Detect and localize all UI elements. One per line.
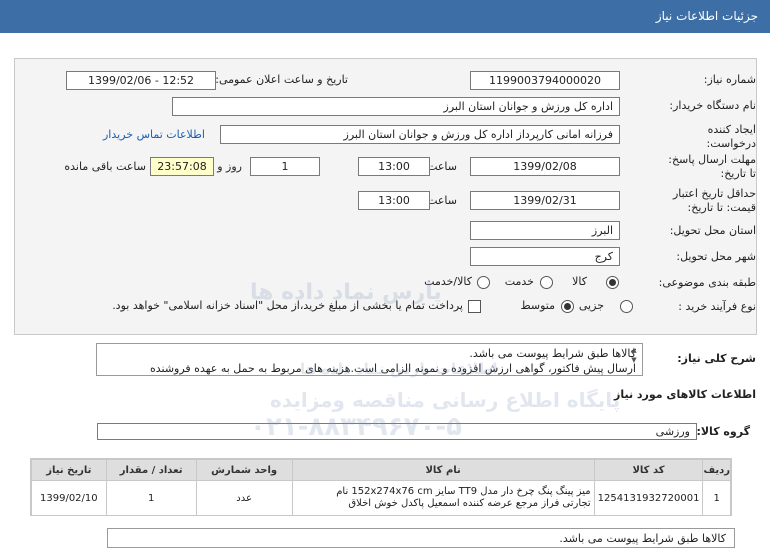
treasury-payment-checkbox[interactable] xyxy=(468,300,481,313)
need-number-field[interactable]: 1199003794000020 xyxy=(470,71,620,90)
scroll-up-icon[interactable]: ▲ xyxy=(627,345,641,355)
province-field[interactable]: البرز xyxy=(470,221,620,240)
category-radio-goods-service[interactable] xyxy=(477,276,490,289)
cell-code: 1254131932720001 xyxy=(593,480,704,516)
creator-label-line2: درخواست: xyxy=(706,137,756,150)
cell-name-line-2: تجارتی فراز مرجع عرضه کننده اسمعیل پاکدل… xyxy=(348,498,591,509)
process-option-medium: متوسط xyxy=(520,299,555,312)
col-header-code: کد کالا xyxy=(593,459,704,481)
process-type-label: نوع فرآیند خرید : xyxy=(678,300,756,313)
buyer-org-field[interactable]: اداره کل ورزش و جوانان استان البرز xyxy=(172,97,620,116)
description-textarea[interactable]: کالاها طبق شرایط پیوست می باشد. ارسال پی… xyxy=(96,343,643,376)
deadline-label-line1: مهلت ارسال پاسخ: xyxy=(668,153,756,166)
need-number-label: شماره نیاز: xyxy=(703,73,756,86)
validity-time-label: ساعت xyxy=(427,194,457,207)
deadline-label-line2: تا تاریخ: xyxy=(720,167,756,180)
description-line-2: ارسال پیش فاکتور، گواهی ارزش افزوده و نم… xyxy=(149,362,636,375)
watermark-line-1: پایگاه اطلاع رسانی مناقصه ومزایده xyxy=(270,388,621,412)
goods-note: کالاها طبق شرایط پیوست می باشد. xyxy=(107,528,735,548)
description-scrollbar[interactable]: ▲ ▼ xyxy=(627,345,641,374)
category-option-goods-service: کالا/خدمت xyxy=(424,275,472,288)
process-radio-minor[interactable] xyxy=(620,300,633,313)
creator-label-line1: ایجاد کننده xyxy=(707,123,756,136)
validity-date-field[interactable]: 1399/02/31 xyxy=(470,191,620,210)
category-radio-service[interactable] xyxy=(540,276,553,289)
province-label: استان محل تحویل: xyxy=(669,224,756,237)
table-row[interactable]: 1 1254131932720001 میز پینگ پنگ چرخ دار … xyxy=(31,480,731,516)
goods-group-label: گروه کالا: xyxy=(696,425,750,438)
time-remaining-label: ساعت باقی مانده xyxy=(64,160,146,173)
day-label: روز و xyxy=(217,160,242,173)
time-remaining-field: 23:57:08 xyxy=(150,157,214,176)
col-header-qty: تعداد / مقدار xyxy=(105,459,197,481)
validity-label-line2: قیمت: تا تاریخ: xyxy=(687,201,756,214)
page-header: جزئیات اطلاعات نیاز xyxy=(0,0,770,33)
category-option-service: خدمت xyxy=(504,275,534,288)
col-header-row: ردیف xyxy=(702,459,731,481)
deadline-time-label: ساعت xyxy=(427,160,457,173)
cell-name: میز پینگ پنگ چرخ دار مدل TT9 سایز 152x27… xyxy=(291,480,595,516)
category-radio-goods[interactable] xyxy=(606,276,619,289)
goods-section-title: اطلاعات کالاهای مورد نیاز xyxy=(614,388,756,401)
description-label: شرح کلی نیاز: xyxy=(677,352,756,365)
process-option-minor: جزیی xyxy=(578,299,604,312)
scroll-down-icon[interactable]: ▼ xyxy=(627,355,641,365)
goods-table: ردیف کد کالا نام کالا واحد شمارش تعداد /… xyxy=(30,458,732,516)
deadline-time-field[interactable]: 13:00 xyxy=(358,157,430,176)
validity-label-line1: حداقل تاریخ اعتبار xyxy=(672,187,756,200)
buyer-contact-link[interactable]: اطلاعات تماس خریدار xyxy=(103,128,205,141)
cell-unit: عدد xyxy=(195,480,293,516)
goods-table-header: ردیف کد کالا نام کالا واحد شمارش تعداد /… xyxy=(31,459,731,481)
col-header-unit: واحد شمارش xyxy=(195,459,293,481)
validity-time-field[interactable]: 13:00 xyxy=(358,191,430,210)
buyer-org-label: نام دستگاه خریدار: xyxy=(669,99,756,112)
category-option-goods: کالا xyxy=(572,275,587,288)
treasury-payment-note: پرداخت تمام یا بخشی از مبلغ خرید،از محل … xyxy=(112,299,463,312)
cell-row: 1 xyxy=(702,480,731,516)
creator-field[interactable]: فرزانه امانی کارپرداز اداره کل ورزش و جو… xyxy=(220,125,620,144)
page-title: جزئیات اطلاعات نیاز xyxy=(655,9,758,23)
city-label: شهر محل تحویل: xyxy=(676,250,756,263)
cell-qty: 1 xyxy=(105,480,197,516)
col-header-date: تاریخ نیاز xyxy=(31,459,107,481)
cell-name-line-1: میز پینگ پنگ چرخ دار مدل TT9 سایز 152x27… xyxy=(336,486,591,497)
announce-datetime-field[interactable]: 1399/02/06 - 12:52 xyxy=(66,71,216,90)
col-header-name: نام کالا xyxy=(291,459,595,481)
deadline-date-field[interactable]: 1399/02/08 xyxy=(470,157,620,176)
city-field[interactable]: کرج xyxy=(470,247,620,266)
process-radio-medium[interactable] xyxy=(561,300,574,313)
goods-group-field[interactable]: ورزشی xyxy=(97,423,697,440)
days-remaining-field[interactable]: 1 xyxy=(250,157,320,176)
category-label: طبقه بندی موضوعی: xyxy=(658,276,756,289)
description-line-1: کالاها طبق شرایط پیوست می باشد. xyxy=(469,347,636,360)
cell-date: 1399/02/10 xyxy=(31,480,107,516)
announce-datetime-label: تاریخ و ساعت اعلان عمومی: xyxy=(215,73,348,86)
